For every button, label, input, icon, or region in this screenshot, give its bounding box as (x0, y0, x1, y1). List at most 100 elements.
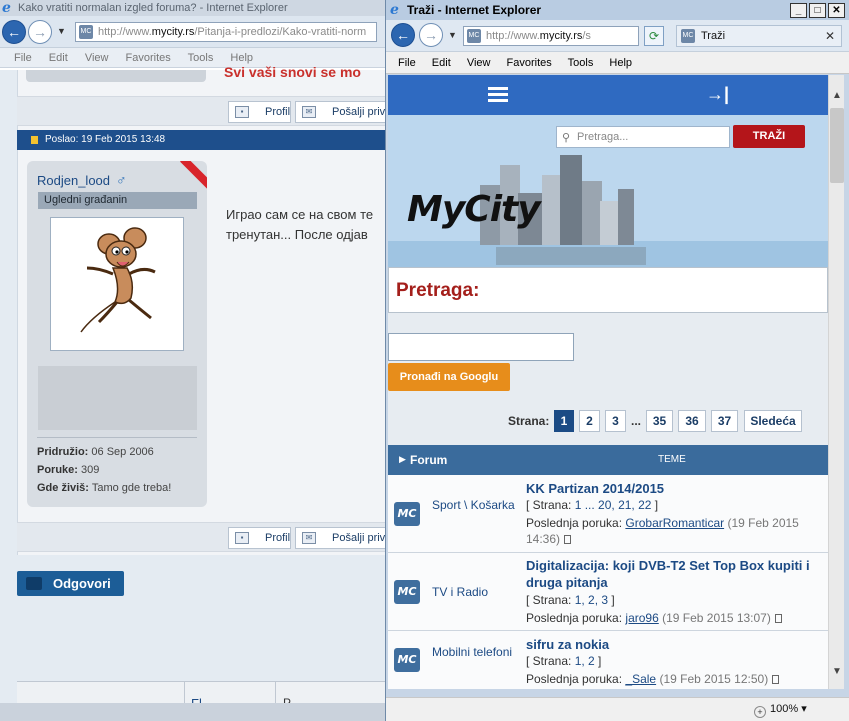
speech-bubble-icon (26, 577, 42, 590)
username-link[interactable]: Rodjen_lood ♂ (37, 172, 127, 188)
scroll-thumb[interactable] (830, 108, 844, 183)
next-page-button[interactable]: Sledeća (744, 410, 802, 432)
back-arrow-icon[interactable]: ← (2, 20, 26, 44)
post-actions-top: ▪ Profil ✉ Pošalji privat (17, 96, 405, 126)
page-viewport: →| ⚲ Pretraga... TRAŽI MyCity Pretraga: … (388, 75, 828, 689)
front-window-title: Traži - Internet Explorer (407, 3, 542, 17)
mycity-logo[interactable]: MyCity (407, 189, 541, 230)
forum-table-header: ▶ Forum TEME (388, 445, 828, 475)
pagination-ellipsis: ... (631, 414, 642, 428)
last-post-user[interactable]: _Sale (625, 672, 656, 686)
history-dropdown-icon[interactable]: ▼ (57, 26, 66, 36)
user-rank: Ugledni građanin (38, 192, 197, 209)
hamburger-menu-icon[interactable] (488, 87, 508, 103)
topic-category[interactable]: Sport \ Košarka (432, 497, 517, 514)
page-icon[interactable] (772, 675, 780, 684)
front-title-bar: e Traži - Internet Explorer _ □ ✕ (386, 0, 849, 20)
profile-card-icon: ▪ (235, 106, 249, 118)
last-post-user[interactable]: GrobarRomanticar (625, 516, 724, 530)
male-gender-icon: ♂ (116, 172, 127, 188)
ie-logo-icon: e (390, 2, 399, 18)
menu-view[interactable]: View (85, 52, 109, 64)
topic-row: MC Sport \ Košarka KK Partizan 2014/2015… (388, 475, 828, 553)
mycity-forum-icon: MC (394, 502, 420, 526)
page-2[interactable]: 2 (579, 410, 600, 432)
topic-title[interactable]: Digitalizacija: koji DVB-T2 Set Top Box … (526, 557, 816, 591)
topics-column-header: TEME (658, 454, 686, 465)
menu-edit[interactable]: Edit (49, 52, 68, 64)
history-dropdown-icon[interactable]: ▼ (448, 30, 457, 40)
ribbon-badge (180, 161, 207, 190)
close-window-button[interactable]: ✕ (828, 3, 845, 18)
mouse-cartoon-icon (80, 227, 156, 333)
reply-button[interactable]: Odgovori (17, 571, 124, 596)
post-actions-bottom: ▪ Profil ✉ Pošalji privat (17, 522, 405, 552)
front-address-bar[interactable]: MC http://www.mycity.rs/s (463, 26, 639, 46)
maximize-button[interactable]: □ (809, 3, 826, 18)
page-35[interactable]: 35 (646, 410, 673, 432)
menu-tools[interactable]: Tools (568, 57, 594, 69)
topic-row: MC TV i Radio Digitalizacija: koji DVB-T… (388, 553, 828, 631)
vertical-scrollbar[interactable]: ▲ ▼ (828, 75, 844, 689)
front-browser-window: e Traži - Internet Explorer _ □ ✕ ← → ▼ … (385, 0, 849, 721)
menu-view[interactable]: View (467, 57, 491, 69)
user-card: Rodjen_lood ♂ Ugledni građanin Pridružio… (27, 161, 207, 507)
page-icon[interactable] (564, 535, 572, 544)
menu-tools[interactable]: Tools (188, 52, 214, 64)
close-tab-icon[interactable]: ✕ (825, 26, 835, 46)
forward-arrow-icon[interactable]: → (419, 23, 443, 47)
zoom-control[interactable]: +100% ▾ (754, 702, 807, 718)
search-input[interactable]: ⚲ Pretraga... (556, 126, 730, 148)
page-3[interactable]: 3 (605, 410, 626, 432)
envelope-icon: ✉ (302, 532, 316, 544)
topic-title[interactable]: KK Partizan 2014/2015 (526, 480, 816, 497)
page-icon[interactable] (774, 614, 782, 623)
back-window-title: Kako vratiti normalan izgled foruma? - I… (18, 2, 288, 14)
page-37[interactable]: 37 (711, 410, 738, 432)
menu-edit[interactable]: Edit (432, 57, 451, 69)
previous-post-avatar (26, 70, 206, 82)
post-header: Poslao: 19 Feb 2015 13:48 (17, 130, 397, 150)
scroll-down-icon[interactable]: ▼ (831, 665, 843, 679)
profile-button-bottom[interactable]: ▪ Profil (228, 527, 291, 549)
tab-favicon-icon: MC (681, 29, 695, 43)
refresh-icon[interactable]: ⟳ (644, 26, 664, 46)
front-nav-bar: ← → ▼ MC http://www.mycity.rs/s ⟳ MC Tra… (386, 20, 849, 52)
menu-help[interactable]: Help (609, 57, 632, 69)
minimize-button[interactable]: _ (790, 3, 807, 18)
topic-category[interactable]: Mobilni telefoni (432, 644, 517, 661)
back-address-bar[interactable]: MC http://www.mycity.rs/Pitanja-i-predlo… (75, 22, 377, 42)
last-post-user[interactable]: jaro96 (625, 611, 658, 625)
topic-title[interactable]: sifru za nokia (526, 636, 816, 653)
divider (37, 437, 197, 438)
search-button[interactable]: TRAŽI (733, 125, 805, 148)
profile-button[interactable]: ▪ Profil (228, 101, 291, 123)
page-36[interactable]: 36 (678, 410, 706, 432)
login-arrow-icon[interactable]: →| (706, 84, 729, 105)
menu-favorites[interactable]: Favorites (126, 52, 171, 64)
search-icon: ⚲ (562, 132, 571, 144)
menu-help[interactable]: Help (230, 52, 253, 64)
tab-trazi[interactable]: MC Traži ✕ (676, 25, 842, 47)
zoom-icon: + (754, 706, 766, 718)
menu-file[interactable]: File (14, 52, 32, 64)
topic-category[interactable]: TV i Radio (432, 584, 517, 601)
menu-file[interactable]: File (398, 57, 416, 69)
scroll-up-icon[interactable]: ▲ (831, 89, 843, 103)
page-1[interactable]: 1 (554, 410, 574, 432)
mobile-top-bar: →| (388, 75, 828, 115)
topic-pages: [ Strana: 1, 2 ] (526, 654, 602, 668)
forward-arrow-icon[interactable]: → (28, 20, 52, 44)
google-search-button[interactable]: Pronađi na Googlu (388, 363, 510, 391)
topic-pages: [ Strana: 1 ... 20, 21, 22 ] (526, 498, 659, 512)
ie-logo-icon: e (2, 0, 11, 16)
signature-area (38, 366, 197, 430)
post-body: Играо сам се на свом те тренутан... Посл… (226, 207, 374, 242)
back-arrow-icon[interactable]: ← (391, 23, 415, 47)
front-status-bar: +100% ▾ (386, 697, 849, 721)
google-search-input[interactable] (388, 333, 574, 361)
menu-favorites[interactable]: Favorites (507, 57, 552, 69)
topic-last-post: Poslednja poruka: GrobarRomanticar (19 F… (526, 516, 799, 546)
envelope-icon: ✉ (302, 106, 316, 118)
user-location: Gde živiš: Tamo gde treba! (37, 482, 172, 494)
